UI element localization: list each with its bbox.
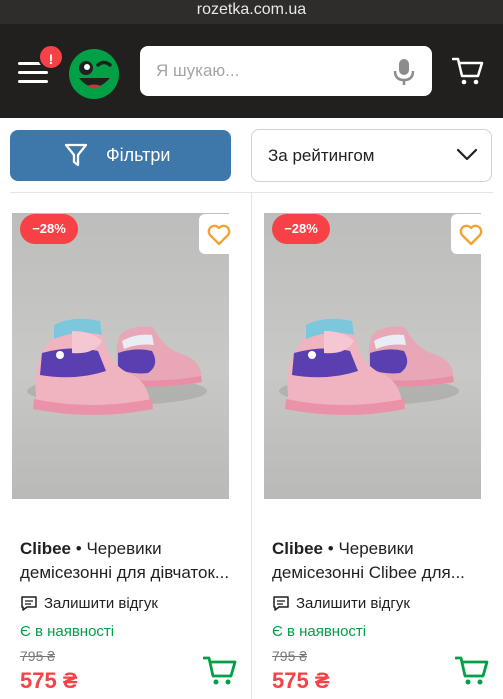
logo-smile-icon[interactable] xyxy=(68,48,120,100)
favorite-button[interactable] xyxy=(451,214,491,254)
review-label: Залишити відгук xyxy=(296,595,410,612)
notification-badge: ! xyxy=(38,44,64,70)
cart-icon[interactable] xyxy=(452,56,484,86)
title-part: Черевики xyxy=(86,539,162,558)
product-image[interactable] xyxy=(264,213,481,499)
availability-status: Є в наявності xyxy=(20,623,115,640)
product-title-link[interactable]: Clibee • Черевики демісезонні для дівчат… xyxy=(20,537,236,585)
comment-icon xyxy=(273,596,289,611)
search-placeholder: Я шукаю... xyxy=(156,61,240,80)
favorite-button[interactable] xyxy=(199,214,239,254)
title-separator: • xyxy=(323,539,339,558)
shoes-illustration xyxy=(279,318,459,415)
old-price: 795 ₴ xyxy=(20,648,56,664)
product-brand: Clibee xyxy=(272,539,324,558)
add-to-cart-icon[interactable] xyxy=(455,655,489,687)
url-text: rozetka.com.ua xyxy=(196,1,307,18)
catalog-toolbar: Фільтри За рейтингом xyxy=(0,118,503,190)
heart-icon xyxy=(459,224,483,246)
site-header: ! Я шукаю... xyxy=(0,24,503,118)
product-image[interactable] xyxy=(12,213,229,499)
title-line-2: демісезонні для дівчаток... xyxy=(20,563,230,582)
search-field[interactable]: Я шукаю... xyxy=(140,46,432,96)
filters-label: Фільтри xyxy=(106,145,171,165)
comment-icon xyxy=(21,596,37,611)
discount-badge: −28% xyxy=(20,214,78,244)
microphone-icon[interactable] xyxy=(392,58,416,86)
title-part: Черевики xyxy=(338,539,414,558)
chevron-down-icon xyxy=(456,148,478,161)
filters-button[interactable]: Фільтри xyxy=(10,130,231,181)
discount-badge: −28% xyxy=(272,214,330,244)
product-brand: Clibee xyxy=(20,539,72,558)
title-line-2: демісезонні Clibee для... xyxy=(272,563,465,582)
product-card[interactable]: −28% Clibee • Черевики демісезонні Clibe… xyxy=(252,193,493,699)
product-card[interactable]: −28% Clibee • Черевики демісезонні для д… xyxy=(0,193,241,699)
availability-status: Є в наявності xyxy=(272,623,367,640)
product-title-link[interactable]: Clibee • Черевики демісезонні Clibee для… xyxy=(272,537,488,585)
shoes-illustration xyxy=(27,318,207,415)
heart-icon xyxy=(207,224,231,246)
review-label: Залишити відгук xyxy=(44,595,158,612)
browser-url-bar[interactable]: rozetka.com.ua xyxy=(0,0,503,24)
title-separator: • xyxy=(71,539,87,558)
add-to-cart-icon[interactable] xyxy=(203,655,237,687)
current-price: 575 ₴ xyxy=(272,668,330,693)
sort-select[interactable]: За рейтингом xyxy=(251,129,492,182)
current-price: 575 ₴ xyxy=(20,668,78,693)
filter-funnel-icon xyxy=(64,143,88,167)
old-price: 795 ₴ xyxy=(272,648,308,664)
sort-label: За рейтингом xyxy=(268,146,375,165)
